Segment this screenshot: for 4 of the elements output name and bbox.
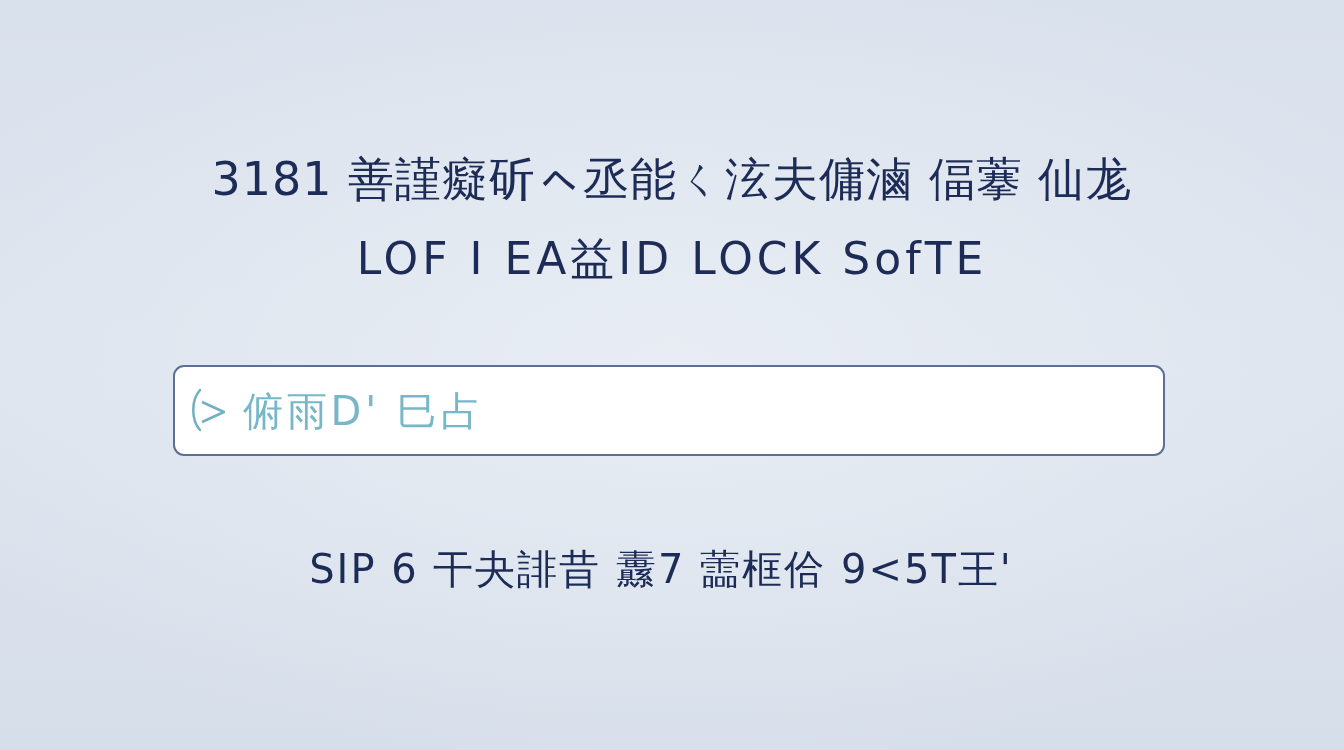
caption: SIP 6 干夬誹昔 纛7 蘦框佮 9<5T王' (309, 545, 1013, 594)
subheading: LOF I EA益ID LOCK SofTE (356, 232, 988, 286)
heading: 3181 善謹癡斫ㇸ丞能ㄑ泫夫傭滷 偪藆 仙尨 (211, 151, 1133, 208)
text-field[interactable]: 俯雨D' 巳占 (172, 365, 1165, 456)
